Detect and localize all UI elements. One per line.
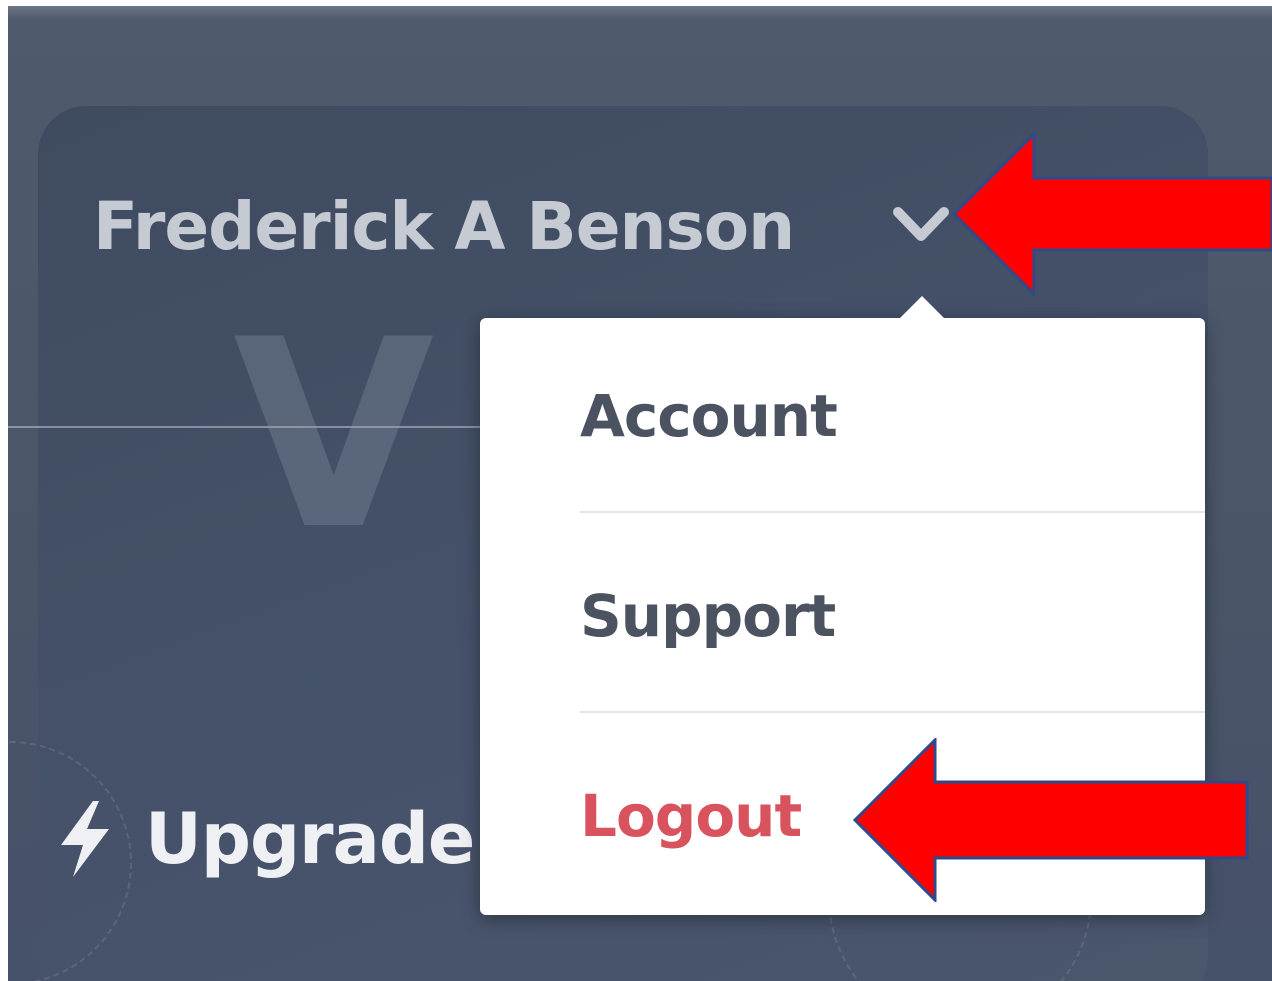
annotation-arrow-logout bbox=[853, 738, 1249, 902]
annotation-arrow-chevron bbox=[952, 132, 1272, 296]
menu-item-logout[interactable]: Logout bbox=[580, 782, 802, 850]
upgrade-label: Upgrade bbox=[145, 798, 475, 880]
menu-separator bbox=[580, 711, 1205, 713]
lightning-icon bbox=[61, 801, 109, 877]
menu-item-account[interactable]: Account bbox=[580, 382, 838, 450]
user-name[interactable]: Frederick A Benson bbox=[93, 188, 795, 265]
watermark-letter: V bbox=[233, 285, 435, 587]
chevron-down-icon[interactable] bbox=[890, 202, 952, 248]
app-background: V Frederick A Benson Upgrade Account Sup… bbox=[8, 6, 1272, 981]
menu-separator bbox=[580, 511, 1205, 513]
menu-item-support[interactable]: Support bbox=[580, 582, 836, 650]
upgrade-button[interactable]: Upgrade bbox=[53, 798, 475, 880]
top-shade bbox=[8, 6, 1272, 20]
dropdown-caret bbox=[898, 296, 946, 320]
